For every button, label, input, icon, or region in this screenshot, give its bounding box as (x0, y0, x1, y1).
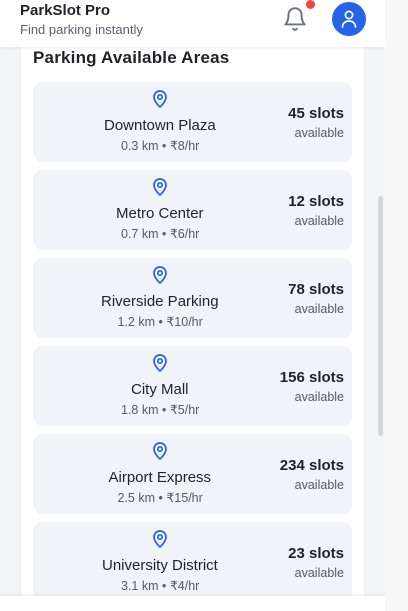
area-distance-price: 3.1 km • ₹4/hr (121, 579, 200, 593)
user-icon (341, 10, 357, 28)
area-distance-price: 2.5 km • ₹15/hr (117, 491, 203, 505)
parking-area-card[interactable]: Downtown Plaza 0.3 km • ₹8/hr 45 slots avai… (33, 82, 352, 162)
slots-available-label: available (294, 390, 344, 404)
parking-area-card[interactable]: City Mall 1.8 km • ₹5/hr 156 slots availabl… (33, 346, 352, 426)
parking-area-list: Downtown Plaza 0.3 km • ₹8/hr 45 slots avai… (33, 82, 352, 610)
slots-available-label: available (294, 478, 344, 492)
area-distance-price: 0.3 km • ₹8/hr (121, 139, 200, 153)
area-name: Metro Center (116, 205, 204, 222)
slots-available-label: available (294, 126, 344, 140)
window-margin (385, 0, 408, 611)
slots-count: 156 slots (279, 369, 344, 386)
map-pin-icon (152, 90, 168, 109)
app-header: ParkSlot Pro Find parking instantly (0, 0, 385, 47)
bell-icon[interactable] (282, 6, 308, 32)
area-name: Downtown Plaza (104, 117, 216, 134)
slots-count: 12 slots (288, 193, 344, 210)
profile-avatar-button[interactable] (332, 2, 366, 36)
map-pin-icon (152, 530, 168, 549)
slots-available-label: available (294, 566, 344, 580)
parking-area-card[interactable]: Metro Center 0.7 km • ₹6/hr 12 slots availa… (33, 170, 352, 250)
area-name: City Mall (131, 381, 189, 398)
slots-available-label: available (294, 214, 344, 228)
slots-count: 23 slots (288, 545, 344, 562)
slots-count: 234 slots (279, 457, 344, 474)
area-distance-price: 0.7 km • ₹6/hr (121, 227, 200, 241)
slots-count: 78 slots (288, 281, 344, 298)
app-title: ParkSlot Pro (20, 2, 111, 19)
area-distance-price: 1.8 km • ₹5/hr (121, 403, 200, 417)
area-name: Riverside Parking (101, 293, 219, 310)
map-pin-icon (152, 266, 168, 285)
app-window: ParkSlot Pro Find parking instantly Park… (0, 0, 385, 611)
parking-area-card[interactable]: Riverside Parking 1.2 km • ₹10/hr 78 slots… (33, 258, 352, 338)
scrollbar[interactable] (378, 196, 383, 436)
map-pin-icon (152, 442, 168, 461)
bottom-bar (0, 596, 385, 611)
slots-count: 45 slots (288, 105, 344, 122)
parking-area-card[interactable]: Airport Express 2.5 km • ₹15/hr 234 slots a… (33, 434, 352, 514)
map-pin-icon (152, 178, 168, 197)
notification-dot (306, 0, 315, 9)
area-name: Airport Express (108, 469, 212, 486)
parking-areas-panel: Parking Available Areas Downtown Plaza 0.… (21, 36, 364, 611)
app-subtitle: Find parking instantly (20, 22, 143, 37)
parking-area-card[interactable]: University District 3.1 km • ₹4/hr 23 slot… (33, 522, 352, 602)
area-distance-price: 1.2 km • ₹10/hr (117, 315, 203, 329)
slots-available-label: available (294, 302, 344, 316)
section-title: Parking Available Areas (33, 48, 230, 67)
area-name: University District (102, 557, 218, 574)
map-pin-icon (152, 354, 168, 373)
